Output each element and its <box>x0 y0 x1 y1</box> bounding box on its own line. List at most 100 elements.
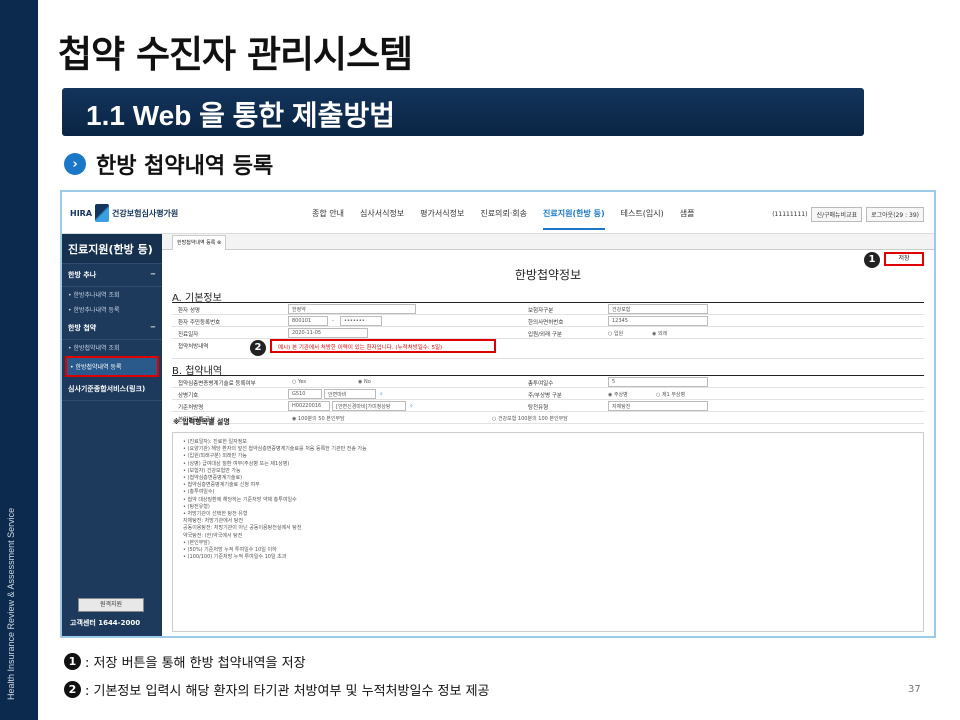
label-days: 총투여일수 <box>528 381 554 387</box>
remote-support-button[interactable]: 원격지원 <box>78 598 144 612</box>
sidebar-group-label: 심사기준종합서비스(링크) <box>68 385 146 393</box>
customer-center: 고객센터 1644-2000 <box>70 619 141 627</box>
user-id: (11111111) <box>772 211 808 218</box>
radio-copay-100[interactable]: ○ 건강보험 100분의 100 본인부담 <box>492 415 568 422</box>
arrow-circle-icon: › <box>64 153 86 175</box>
radio-main-disease[interactable]: ◉ 주상병 <box>608 391 628 398</box>
logo-icon <box>95 204 110 222</box>
rrn-dash: - <box>332 318 334 324</box>
visit-date-input[interactable]: 2020-11-05 <box>288 328 368 338</box>
row-disease: 상병기호 G510 안면마비 ⌕ 주/부상병 구분 ◉ 주상병 ○ 제1 부상병 <box>172 388 924 400</box>
total-days-input[interactable]: 5 <box>608 377 708 387</box>
menu-item-sample[interactable]: 샘플 <box>680 208 695 230</box>
radio-label: 제1 부상병 <box>661 392 686 398</box>
desc-line: 공동이용탕전: 처방기관이 아닌 공동이용탕전실에서 탕전 <box>183 525 302 532</box>
description-title: ※ 입력항목별 설명 <box>173 418 230 426</box>
menu-item-support[interactable]: 진료지원(한방 등) <box>543 208 605 230</box>
sidebar-item-chuna-view[interactable]: • 한방추나내역 조회 <box>62 287 162 302</box>
sidebar-item-herbal-view[interactable]: • 한방첩약내역 조회 <box>62 340 162 355</box>
subheading-text: 한방 첩약내역 등록 <box>96 154 274 179</box>
hira-logo[interactable]: HIRA 건강보험심사평가원 <box>70 204 178 222</box>
tab-bar: 한방첩약내역 등록 ⊗ <box>162 234 934 250</box>
rrn-back-input[interactable]: ••••••• <box>340 316 382 326</box>
menu-item-referral[interactable]: 진료의뢰·회송 <box>480 208 527 230</box>
search-icon[interactable]: ⌕ <box>410 403 413 409</box>
desc-line: • (첩약심층변증병계기술료) <box>183 475 243 482</box>
label-disease: 상병기호 <box>178 393 199 399</box>
desc-line: 약국탕전: (한)약국에서 탕전 <box>183 532 243 539</box>
main-content: 한방첩약내역 등록 ⊗ 한방첩약정보 1 저장 A. 기본정보 환자 성명 한정… <box>162 234 934 636</box>
tab-label: 한방첩약내역 등록 <box>177 240 216 246</box>
main-menu: 종합 안내 심사서식정보 평가서식정보 진료의뢰·회송 진료지원(한방 등) 테… <box>312 208 694 230</box>
save-button[interactable]: 저장 <box>884 252 924 266</box>
row-rrn: 환자 주민등록번호 800101 - ••••••• 한의사면허번호 12345 <box>172 315 924 327</box>
sidebar-group-label: 한방 첩약 <box>68 324 97 332</box>
license-input[interactable]: 12345 <box>608 316 708 326</box>
disease-name-input[interactable]: 안면마비 <box>324 389 376 399</box>
desc-line: • (100/100) 기준처방 누적 투여일수 10일 초과 <box>183 554 287 561</box>
marker-1: 1 <box>864 252 880 268</box>
label-main-sub: 주/부상병 구분 <box>528 393 562 399</box>
rx-code-input[interactable]: H00220016 <box>288 401 330 411</box>
desc-line: • (본인부담) <box>183 539 210 546</box>
desc-line: • (보험자) 건강보험만 가능 <box>183 467 241 474</box>
sidebar-group-label: 한방 추나 <box>68 271 97 279</box>
radio-inpatient[interactable]: ○ 입원 <box>608 330 623 337</box>
sidebar-group-chuna[interactable]: 한방 추나 − <box>62 264 162 287</box>
label-decoction: 탕전유형 <box>528 405 549 411</box>
label-inout: 입원/외래 구분 <box>528 332 562 338</box>
rx-name-input[interactable]: [안면신경마비]가미청상탕 <box>332 401 406 411</box>
user-box: (11111111) 신/구매뉴비교표 로그아웃(29 : 39) <box>772 207 924 222</box>
rrn-front-input[interactable]: 800101 <box>288 316 328 326</box>
insurer-select[interactable]: 건강보험 <box>608 304 708 314</box>
tab-herbal-register[interactable]: 한방첩약내역 등록 ⊗ <box>172 235 227 250</box>
sidebar-item-chuna-register[interactable]: • 한방추나내역 등록 <box>62 302 162 317</box>
menu-item-guide[interactable]: 종합 안내 <box>312 208 344 230</box>
top-nav: HIRA 건강보험심사평가원 종합 안내 심사서식정보 평가서식정보 진료의뢰·회… <box>62 192 934 234</box>
menu-item-review-forms[interactable]: 심사서식정보 <box>360 208 404 230</box>
radio-yes[interactable]: ○ Yes <box>292 379 306 385</box>
radio-label: 입원 <box>613 331 624 337</box>
sidebar-group-herbal[interactable]: 한방 첩약 − <box>62 317 162 340</box>
logo-prefix: HIRA <box>70 208 93 218</box>
menu-item-eval-forms[interactable]: 평가서식정보 <box>420 208 464 230</box>
prescription-warning: 예시) 본 기관에서 처방한 이력이 있는 환자입니다. (누적처방일수: 5일… <box>270 339 496 353</box>
radio-outpatient[interactable]: ◉ 외래 <box>652 330 667 337</box>
sidebar-group-link[interactable]: 심사기준종합서비스(링크) <box>62 378 162 401</box>
row-fee: 첩약심층변증병계기술료 등록여부 ○ Yes ◉ No 총투여일수 5 <box>172 376 924 388</box>
disease-code-input[interactable]: G510 <box>288 389 322 399</box>
note-1: 1: 저장 버튼을 통해 한방 첩약내역을 저장 <box>64 652 306 671</box>
search-icon[interactable]: ⌕ <box>380 391 383 397</box>
note-number: 2 <box>64 681 81 698</box>
label-fee: 첩약심층변증병계기술료 등록여부 <box>178 381 256 387</box>
row-copay: 본인부담률 구분 ◉ 100분의 50 본인부담 ○ 건강보험 100분의 10… <box>172 412 924 424</box>
radio-sub-disease[interactable]: ○ 제1 부상병 <box>656 391 685 398</box>
collapse-icon[interactable]: − <box>150 323 156 333</box>
description-box: ※ 입력항목별 설명 • (진료일자): 진료한 일자정보 • (요양기관) 해… <box>172 418 924 632</box>
logout-button[interactable]: 로그아웃(29 : 39) <box>866 207 924 222</box>
section-title: 1.1 Web 을 통한 제출방법 <box>86 100 395 131</box>
radio-no[interactable]: ◉ No <box>358 379 371 385</box>
decoction-select[interactable]: 자체탕전 <box>608 401 708 411</box>
note-2: 2 : 기본정보 입력시 해당 환자의 타기관 처방여부 및 누적처방일수 정보 … <box>64 680 490 699</box>
compare-button[interactable]: 신/구매뉴비교표 <box>811 207 863 222</box>
row-patient: 환자 성명 한정약 보험자구분 건강보험 <box>172 303 924 315</box>
desc-line: • (탕전유형) <box>183 503 210 510</box>
menu-item-test[interactable]: 테스트(임시) <box>621 208 664 230</box>
radio-copay-50[interactable]: ◉ 100분의 50 본인부담 <box>292 415 345 422</box>
desc-line: • (총투여일수) <box>183 489 215 496</box>
sidebar: 진료지원(한방 등) 한방 추나 − • 한방추나내역 조회 • 한방추나내역 등… <box>62 234 162 636</box>
patient-name-input[interactable]: 한정약 <box>288 304 416 314</box>
sidebar-item-herbal-register[interactable]: • 한방첩약내역 등록 <box>65 356 159 377</box>
desc-line: • 첩약심층변증병계기술료 신청 여부 <box>183 482 260 489</box>
desc-line: • (50%) 기준처방 누적 투여일수 10일 이하 <box>183 547 277 554</box>
note-number: 1 <box>64 653 81 670</box>
desc-line: • (상병) 급여대상 질환 여부(주상병 또는 제1상병) <box>183 460 290 467</box>
radio-label: 100분의 50 본인부담 <box>297 416 345 422</box>
side-vertical-text: Health Insurance Review & Assessment Ser… <box>6 507 16 700</box>
logo-text: 건강보험심사평가원 <box>112 208 179 218</box>
note-text: : 기본정보 입력시 해당 환자의 타기관 처방여부 및 누적처방일수 정보 제… <box>85 684 490 699</box>
collapse-icon[interactable]: − <box>150 270 156 280</box>
marker-2: 2 <box>250 340 266 356</box>
label-license: 한의사면허번호 <box>528 320 564 326</box>
